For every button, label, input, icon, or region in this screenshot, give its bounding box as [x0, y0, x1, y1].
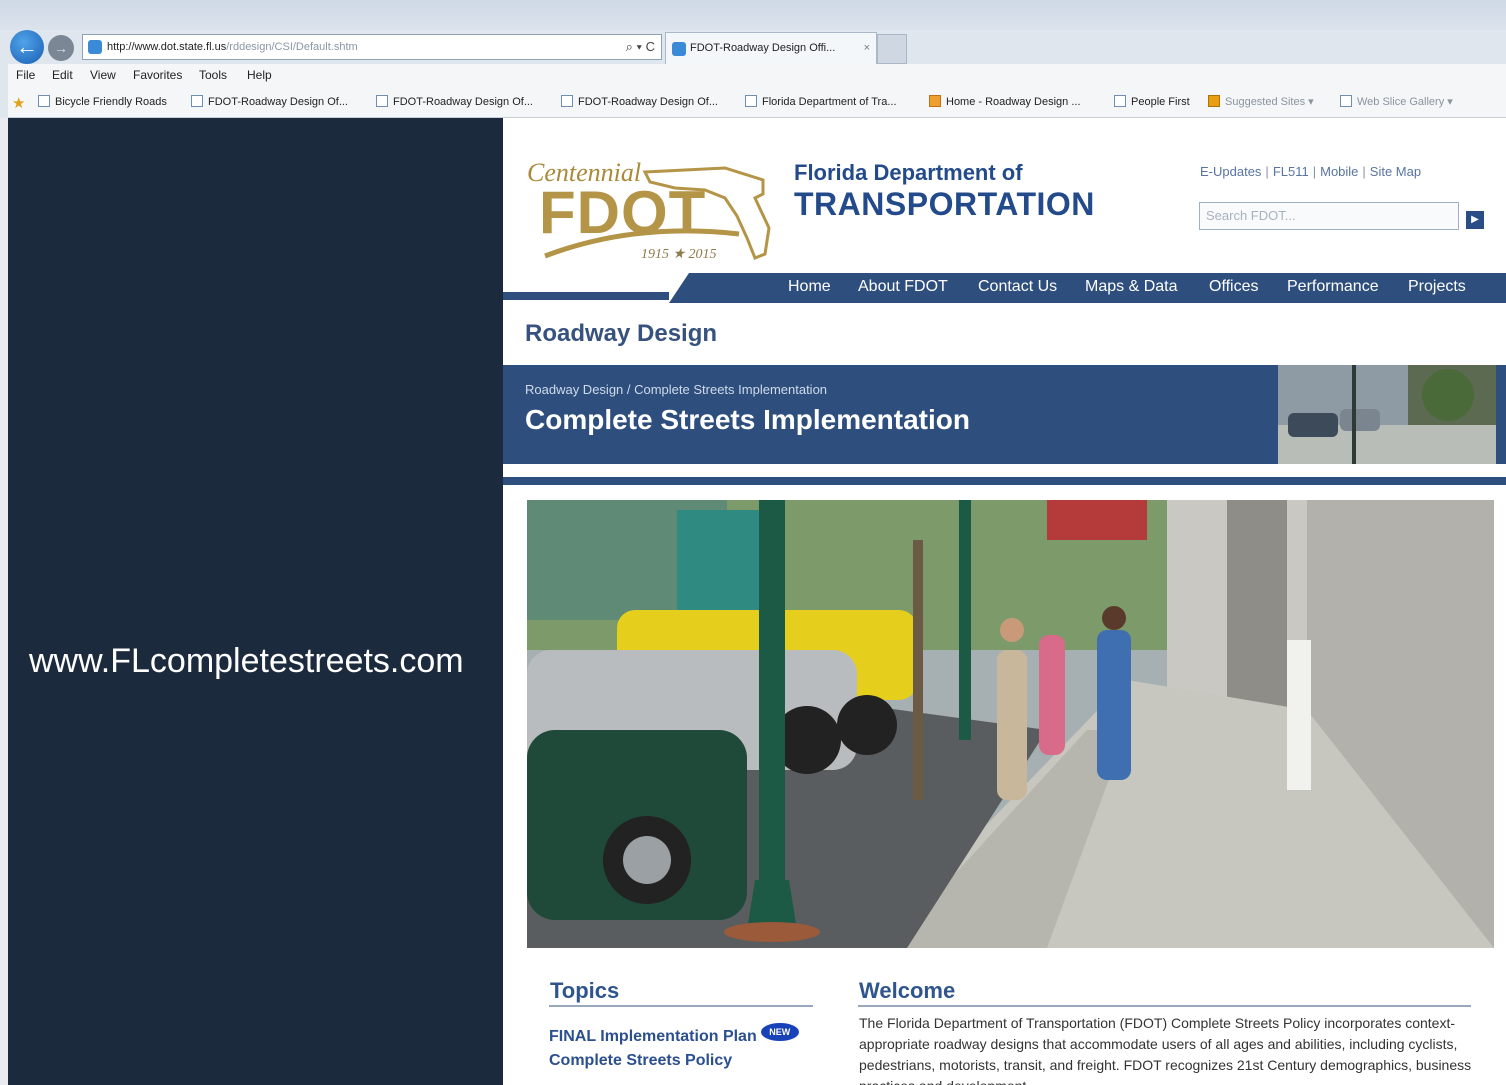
logo-fdot-text: FDOT [539, 179, 707, 246]
page-title: Complete Streets Implementation [525, 404, 970, 435]
page-icon [38, 95, 50, 107]
favorite-label: Suggested Sites ▾ [1225, 96, 1314, 108]
menu-file[interactable]: File [16, 68, 35, 82]
topic-label: FINAL Implementation Plan [549, 1028, 757, 1045]
welcome-divider [858, 1005, 1471, 1007]
favorite-label: Home - Roadway Design ... [946, 96, 1081, 108]
favorite-link[interactable]: Florida Department of Tra... [745, 95, 897, 108]
close-icon[interactable]: × [864, 33, 870, 63]
favorite-label: FDOT-Roadway Design Of... [393, 96, 533, 108]
fdot-page: Centennial FDOT 1915 ★ 2015 Florida Depa… [503, 118, 1506, 1085]
hero-street-art [527, 500, 1494, 948]
slide-panel [8, 118, 503, 1085]
slide-edge [0, 118, 8, 1085]
nav-home[interactable]: Home [788, 278, 831, 296]
department-name-line1: Florida Department of [794, 160, 1023, 185]
window-titlebar [0, 0, 1506, 30]
menu-view[interactable]: View [90, 68, 116, 82]
divider: | [1265, 164, 1269, 179]
welcome-heading: Welcome [859, 978, 956, 1003]
link-mobile[interactable]: Mobile [1320, 164, 1358, 179]
page-icon [1340, 95, 1352, 107]
favorites-bar: ★ Bicycle Friendly Roads FDOT-Roadway De… [8, 88, 1506, 118]
page-icon [561, 95, 573, 107]
page-icon [1114, 95, 1126, 107]
divider: | [1362, 164, 1366, 179]
topics-divider [549, 1005, 813, 1007]
page-icon [745, 95, 757, 107]
page-icon [929, 95, 941, 107]
page-icon [1208, 95, 1220, 107]
breadcrumb[interactable]: Roadway Design / Complete Streets Implem… [525, 382, 827, 397]
favorite-link[interactable]: FDOT-Roadway Design Of... [561, 95, 718, 108]
divider-bar [503, 477, 1506, 485]
link-fl511[interactable]: FL511 [1273, 164, 1309, 179]
topic-complete-streets-policy[interactable]: Complete Streets Policy [549, 1052, 732, 1070]
street-thumbnail-image [1278, 365, 1496, 464]
link-site-map[interactable]: Site Map [1370, 164, 1421, 179]
favorite-link[interactable]: Web Slice Gallery ▾ [1340, 95, 1453, 108]
navigation-row: ← → http://www.dot.state.fl.us/rddesign/… [8, 30, 1506, 64]
menu-help[interactable]: Help [247, 68, 272, 82]
nav-performance[interactable]: Performance [1287, 278, 1379, 296]
url-path: /rddesign/CSI/Default.shtm [226, 41, 358, 53]
nav-projects[interactable]: Projects [1408, 278, 1466, 296]
favorite-link[interactable]: FDOT-Roadway Design Of... [376, 95, 533, 108]
search-input[interactable]: Search FDOT... [1199, 202, 1459, 230]
favorite-label: Florida Department of Tra... [762, 96, 897, 108]
hero-street-photo [527, 500, 1494, 948]
fdot-logo[interactable]: Centennial FDOT 1915 ★ 2015 [525, 158, 775, 268]
logo-years-text: 1915 ★ 2015 [641, 247, 717, 262]
section-title: Roadway Design [525, 320, 718, 347]
favorite-label: People First [1131, 96, 1190, 108]
address-bar[interactable]: http://www.dot.state.fl.us/rddesign/CSI/… [82, 34, 662, 60]
favorites-star-icon[interactable]: ★ [12, 94, 25, 112]
nav-about-fdot[interactable]: About FDOT [858, 278, 948, 296]
forward-arrow-icon[interactable]: → [48, 35, 74, 61]
page-icon [191, 95, 203, 107]
favorite-label: FDOT-Roadway Design Of... [208, 96, 348, 108]
topics-heading: Topics [550, 978, 620, 1003]
back-arrow-icon[interactable]: ← [10, 30, 44, 64]
favorite-link[interactable]: FDOT-Roadway Design Of... [191, 95, 348, 108]
tab-title: FDOT-Roadway Design Offi... [690, 42, 836, 54]
link-e-updates[interactable]: E-Updates [1200, 164, 1261, 179]
nav-contact-us[interactable]: Contact Us [978, 278, 1057, 296]
favorite-label: Web Slice Gallery ▾ [1357, 96, 1453, 108]
menu-bar: File Edit View Favorites Tools Help [8, 64, 1506, 88]
department-name-line2: TRANSPORTATION [794, 186, 1095, 222]
new-badge: NEW [760, 1023, 799, 1041]
search-submit-icon[interactable]: ▶ [1466, 211, 1484, 229]
street-thumbnail-art [1278, 365, 1496, 464]
new-tab-button[interactable] [877, 34, 907, 64]
url-domain: http://www.dot.state.fl.us [107, 41, 227, 53]
favorite-link[interactable]: Bicycle Friendly Roads [38, 95, 167, 108]
page-icon [672, 42, 686, 56]
favorite-link[interactable]: Home - Roadway Design ... [929, 95, 1081, 108]
utility-links: E-Updates | FL511 | Mobile | Site Map [1200, 164, 1421, 179]
menu-tools[interactable]: Tools [199, 68, 227, 82]
menu-edit[interactable]: Edit [52, 68, 73, 82]
favorite-link[interactable]: People First [1114, 95, 1190, 108]
nav-offices[interactable]: Offices [1209, 278, 1259, 296]
divider: | [1312, 164, 1317, 179]
favorite-link[interactable]: Suggested Sites ▾ [1208, 95, 1314, 108]
page-icon [376, 95, 388, 107]
welcome-paragraph: The Florida Department of Transportation… [859, 1015, 1472, 1085]
tab-fdot[interactable]: FDOT-Roadway Design Offi... × [665, 32, 877, 64]
nav-maps-data[interactable]: Maps & Data [1085, 278, 1177, 296]
topic-implementation-plan[interactable]: FINAL Implementation Plan NEW [549, 1023, 799, 1046]
menu-favorites[interactable]: Favorites [133, 68, 182, 82]
favorite-label: Bicycle Friendly Roads [55, 96, 167, 108]
page-icon [88, 40, 102, 54]
favorite-label: FDOT-Roadway Design Of... [578, 96, 718, 108]
search-refresh-icon[interactable]: ⌕ ▾ C [626, 35, 655, 59]
website-url-text: www.FLcompletestreets.com [29, 642, 464, 680]
